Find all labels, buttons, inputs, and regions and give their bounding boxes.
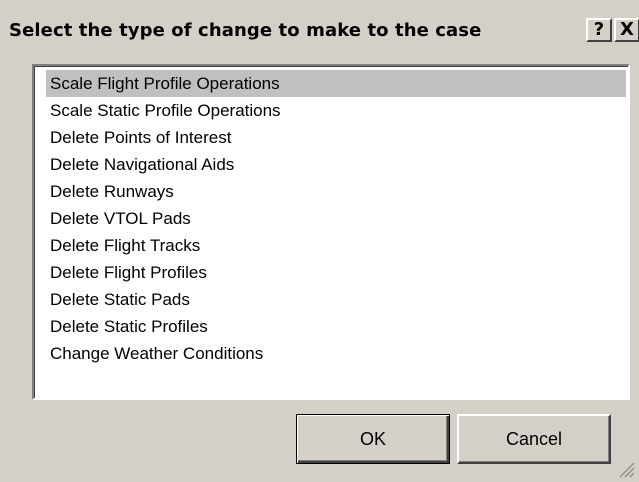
- cancel-button[interactable]: Cancel: [457, 414, 611, 464]
- close-icon[interactable]: X: [614, 18, 639, 42]
- list-item[interactable]: Scale Static Profile Operations: [46, 97, 626, 124]
- list-item[interactable]: Delete Static Profiles: [46, 313, 626, 340]
- resize-grip-icon[interactable]: [617, 460, 635, 478]
- help-icon[interactable]: ?: [586, 18, 612, 42]
- list-item[interactable]: Delete Runways: [46, 178, 626, 205]
- title-bar[interactable]: Select the type of change to make to the…: [0, 0, 639, 54]
- change-type-listbox[interactable]: Scale Flight Profile Operations Scale St…: [32, 64, 630, 400]
- dialog-window: Select the type of change to make to the…: [0, 0, 639, 482]
- list-item[interactable]: Delete Points of Interest: [46, 124, 626, 151]
- list-item[interactable]: Delete Static Pads: [46, 286, 626, 313]
- list-item[interactable]: Delete Flight Tracks: [46, 232, 626, 259]
- list-item[interactable]: Delete VTOL Pads: [46, 205, 626, 232]
- list-item[interactable]: Change Weather Conditions: [46, 340, 626, 367]
- list-item[interactable]: Scale Flight Profile Operations: [46, 70, 626, 97]
- ok-button[interactable]: OK: [296, 414, 450, 464]
- list-item[interactable]: Delete Navigational Aids: [46, 151, 626, 178]
- list-item[interactable]: Delete Flight Profiles: [46, 259, 626, 286]
- dialog-title: Select the type of change to make to the…: [9, 20, 482, 41]
